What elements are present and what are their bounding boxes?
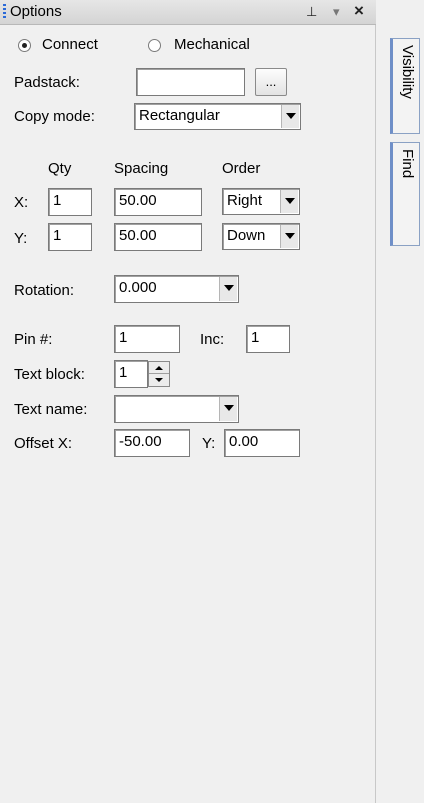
tab-find-label: Find [399, 149, 416, 179]
order-header: Order [222, 160, 261, 177]
chevron-down-icon[interactable] [219, 277, 237, 301]
offset-x-input[interactable]: -50.00 [114, 429, 190, 457]
text-name-label: Text name: [14, 401, 88, 418]
chevron-down-icon[interactable] [280, 225, 298, 248]
panel-title: Options [10, 3, 62, 20]
offset-y-input[interactable]: 0.00 [224, 429, 300, 457]
tab-visibility-label: Visibility [399, 45, 416, 99]
pin-label: Pin #: [14, 331, 53, 348]
panel-title-bar[interactable]: Options ⊥ ▾ × [0, 0, 376, 25]
text-block-input[interactable]: 1 [114, 360, 148, 388]
spin-down-icon[interactable] [149, 374, 169, 386]
copy-mode-select[interactable]: Rectangular [134, 103, 301, 130]
y-order-select[interactable]: Down [222, 223, 300, 250]
padstack-label: Padstack: [14, 74, 80, 91]
options-panel: Connect Mechanical Padstack: ... Copy mo… [0, 25, 376, 803]
pin-input[interactable]: 1 [114, 325, 180, 353]
offset-x-label: Offset X: [14, 435, 73, 452]
inc-label: Inc: [200, 331, 225, 348]
x-row-label: X: [14, 194, 29, 211]
tab-find[interactable]: Find [390, 142, 420, 246]
close-icon[interactable]: × [354, 1, 364, 21]
text-block-spinner[interactable] [148, 361, 170, 387]
x-spacing-input[interactable]: 50.00 [114, 188, 202, 216]
mechanical-radio[interactable] [148, 39, 161, 52]
dropdown-menu-icon[interactable]: ▾ [333, 2, 340, 22]
spin-up-icon[interactable] [149, 362, 169, 374]
y-spacing-input[interactable]: 50.00 [114, 223, 202, 251]
x-order-value: Right [227, 192, 263, 209]
connect-label: Connect [42, 36, 98, 53]
tab-visibility[interactable]: Visibility [390, 38, 420, 134]
pin-icon[interactable]: ⊥ [306, 2, 317, 22]
inc-input[interactable]: 1 [246, 325, 290, 353]
x-qty-input[interactable]: 1 [48, 188, 92, 216]
copy-mode-value: Rectangular [139, 107, 220, 124]
chevron-down-icon[interactable] [281, 105, 299, 128]
padstack-browse-button[interactable]: ... [255, 68, 287, 96]
rotation-value: 0.000 [119, 279, 157, 296]
rotation-select[interactable]: 0.000 [114, 275, 239, 303]
mechanical-label: Mechanical [174, 36, 250, 53]
chevron-down-icon[interactable] [280, 190, 298, 213]
spacing-header: Spacing [114, 160, 169, 177]
copy-mode-label: Copy mode: [14, 108, 95, 125]
padstack-input[interactable] [136, 68, 245, 96]
rotation-label: Rotation: [14, 282, 75, 299]
connect-radio[interactable] [18, 39, 31, 52]
qty-header: Qty [48, 160, 72, 177]
chevron-down-icon[interactable] [219, 397, 237, 421]
offset-y-label: Y: [202, 435, 216, 452]
y-qty-input[interactable]: 1 [48, 223, 92, 251]
text-block-label: Text block: [14, 366, 85, 383]
x-order-select[interactable]: Right [222, 188, 300, 215]
text-name-select[interactable] [114, 395, 239, 423]
y-row-label: Y: [14, 230, 28, 247]
y-order-value: Down [227, 227, 266, 244]
drag-grip-icon[interactable] [3, 4, 6, 20]
